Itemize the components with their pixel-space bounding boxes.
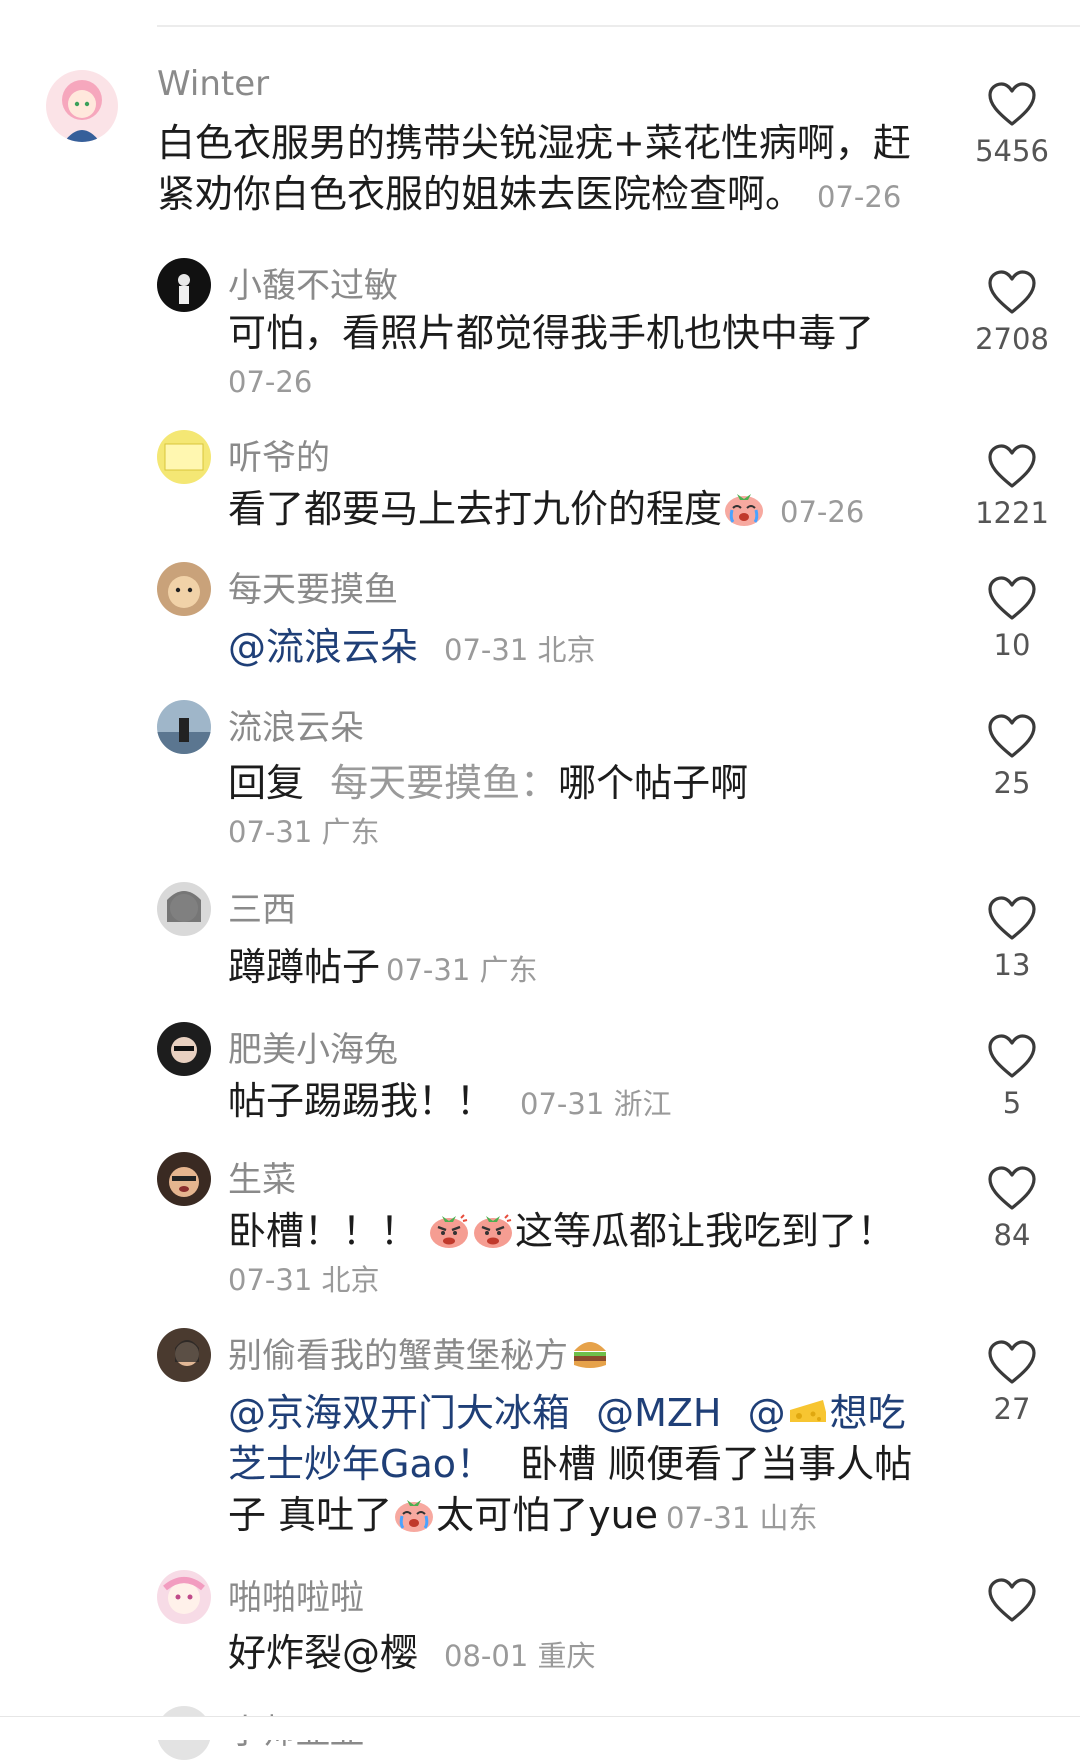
like-button[interactable]: [975, 1578, 1049, 1624]
mention-link[interactable]: @流浪云朵: [228, 625, 418, 669]
crying-face-emoji: [393, 1494, 435, 1534]
heart-outline-icon: [987, 896, 1037, 942]
like-count: 1221: [975, 496, 1049, 530]
avatar[interactable]: [157, 882, 211, 936]
comment-date: 07-31 浙江: [520, 1087, 672, 1121]
comment-date: 07-26: [228, 365, 313, 399]
like-count: 84: [993, 1218, 1031, 1252]
angry-face-emoji: [428, 1210, 470, 1250]
like-button[interactable]: 10: [975, 576, 1049, 662]
comment-text: 帖子踢踢我！！ 07-31 浙江: [228, 1079, 672, 1123]
comment-date: 07-31 北京: [444, 633, 596, 667]
comment-date: 07-31 山东: [666, 1501, 818, 1535]
heart-outline-icon: [987, 1340, 1037, 1386]
comment-text: @流浪云朵 07-31 北京: [228, 622, 998, 676]
avatar[interactable]: [157, 562, 211, 616]
like-count: 13: [993, 948, 1031, 982]
hamburger-emoji: [569, 1333, 611, 1373]
like-button[interactable]: 5: [975, 1034, 1049, 1120]
comment-text: 回复 每天要摸鱼：哪个帖子啊 07-31 广东: [228, 758, 998, 853]
avatar[interactable]: [157, 700, 211, 754]
like-button[interactable]: 84: [975, 1166, 1049, 1252]
like-count: 2708: [975, 322, 1049, 356]
comment-text: 蹲蹲帖子 07-31 广东: [228, 945, 538, 989]
heart-outline-icon: [987, 82, 1037, 128]
comment-date: 07-31 广东: [228, 815, 380, 849]
comment-text: 好炸裂@樱 08-01 重庆: [228, 1631, 596, 1675]
comment-date: 08-01 重庆: [444, 1639, 596, 1673]
comment-username[interactable]: 小馥不过敏: [228, 258, 398, 307]
comment-username[interactable]: 啪啪啦啦: [228, 1570, 364, 1619]
comment-username[interactable]: 肥美小海兔: [228, 1022, 398, 1071]
reply-target-username[interactable]: 每天要摸鱼：: [330, 761, 558, 805]
avatar[interactable]: [157, 1022, 211, 1076]
comment-text: 看了都要马上去打九价的程度 07-26: [228, 487, 865, 531]
like-button[interactable]: 25: [975, 714, 1049, 800]
comment-username[interactable]: 每天要摸鱼: [228, 562, 398, 611]
avatar[interactable]: [157, 1152, 211, 1206]
heart-outline-icon: [987, 576, 1037, 622]
heart-outline-icon: [987, 444, 1037, 490]
top-divider: [157, 25, 1080, 27]
mention-link[interactable]: @MZH: [596, 1391, 721, 1435]
comment-text: @京海双开门大冰箱 @MZH @ 想吃芝士炒年Gao！ 卧槽 顺便看了当事人帖子 …: [228, 1391, 913, 1537]
avatar[interactable]: [157, 1328, 211, 1382]
comment-username[interactable]: 生菜: [228, 1152, 296, 1201]
heart-outline-icon: [987, 714, 1037, 760]
like-count: 5: [1002, 1086, 1022, 1120]
like-button[interactable]: 1221: [975, 444, 1049, 530]
avatar[interactable]: [46, 70, 118, 142]
like-count: 5456: [975, 134, 1049, 168]
like-button[interactable]: 13: [975, 896, 1049, 982]
comment-username[interactable]: 流浪云朵: [228, 700, 364, 749]
comment-date: 07-26: [817, 180, 902, 214]
heart-outline-icon: [987, 270, 1037, 316]
heart-outline-icon: [987, 1578, 1037, 1624]
avatar[interactable]: [157, 258, 211, 312]
comment-username[interactable]: Winter: [157, 64, 269, 104]
comment-date: 07-31 北京: [228, 1263, 380, 1297]
comment-date: 07-31 广东: [386, 953, 538, 987]
angry-face-emoji: [472, 1210, 514, 1250]
comment-text: 白色衣服男的携带尖锐湿疣+菜花性病啊，赶紧劝你白色衣服的姐妹去医院检查啊。 07-…: [157, 121, 911, 216]
mention-link[interactable]: @京海双开门大冰箱: [228, 1391, 570, 1435]
comment-text: 可怕，看照片都觉得我手机也快中毒了 07-26: [228, 308, 998, 403]
like-button[interactable]: 2708: [975, 270, 1049, 356]
comment-date: 07-26: [780, 495, 865, 529]
crying-face-emoji: [723, 488, 765, 528]
like-count: 27: [993, 1392, 1031, 1426]
comment-username[interactable]: 别偷看我的蟹黄堡秘方: [228, 1328, 612, 1377]
like-button[interactable]: 27: [975, 1340, 1049, 1426]
bottom-bar: [0, 1716, 1080, 1740]
heart-outline-icon: [987, 1166, 1037, 1212]
like-count: 10: [993, 628, 1031, 662]
comment-username[interactable]: 三西: [228, 882, 296, 931]
avatar[interactable]: [157, 430, 211, 484]
like-button[interactable]: 5456: [975, 82, 1049, 168]
comment-text: 卧槽！！！ 这等瓜都让我吃到了！ 07-31 北京: [228, 1206, 998, 1301]
cheese-emoji: [787, 1392, 829, 1432]
comment-username[interactable]: 听爷的: [228, 430, 330, 479]
heart-outline-icon: [987, 1034, 1037, 1080]
like-count: 25: [993, 766, 1031, 800]
avatar[interactable]: [157, 1570, 211, 1624]
